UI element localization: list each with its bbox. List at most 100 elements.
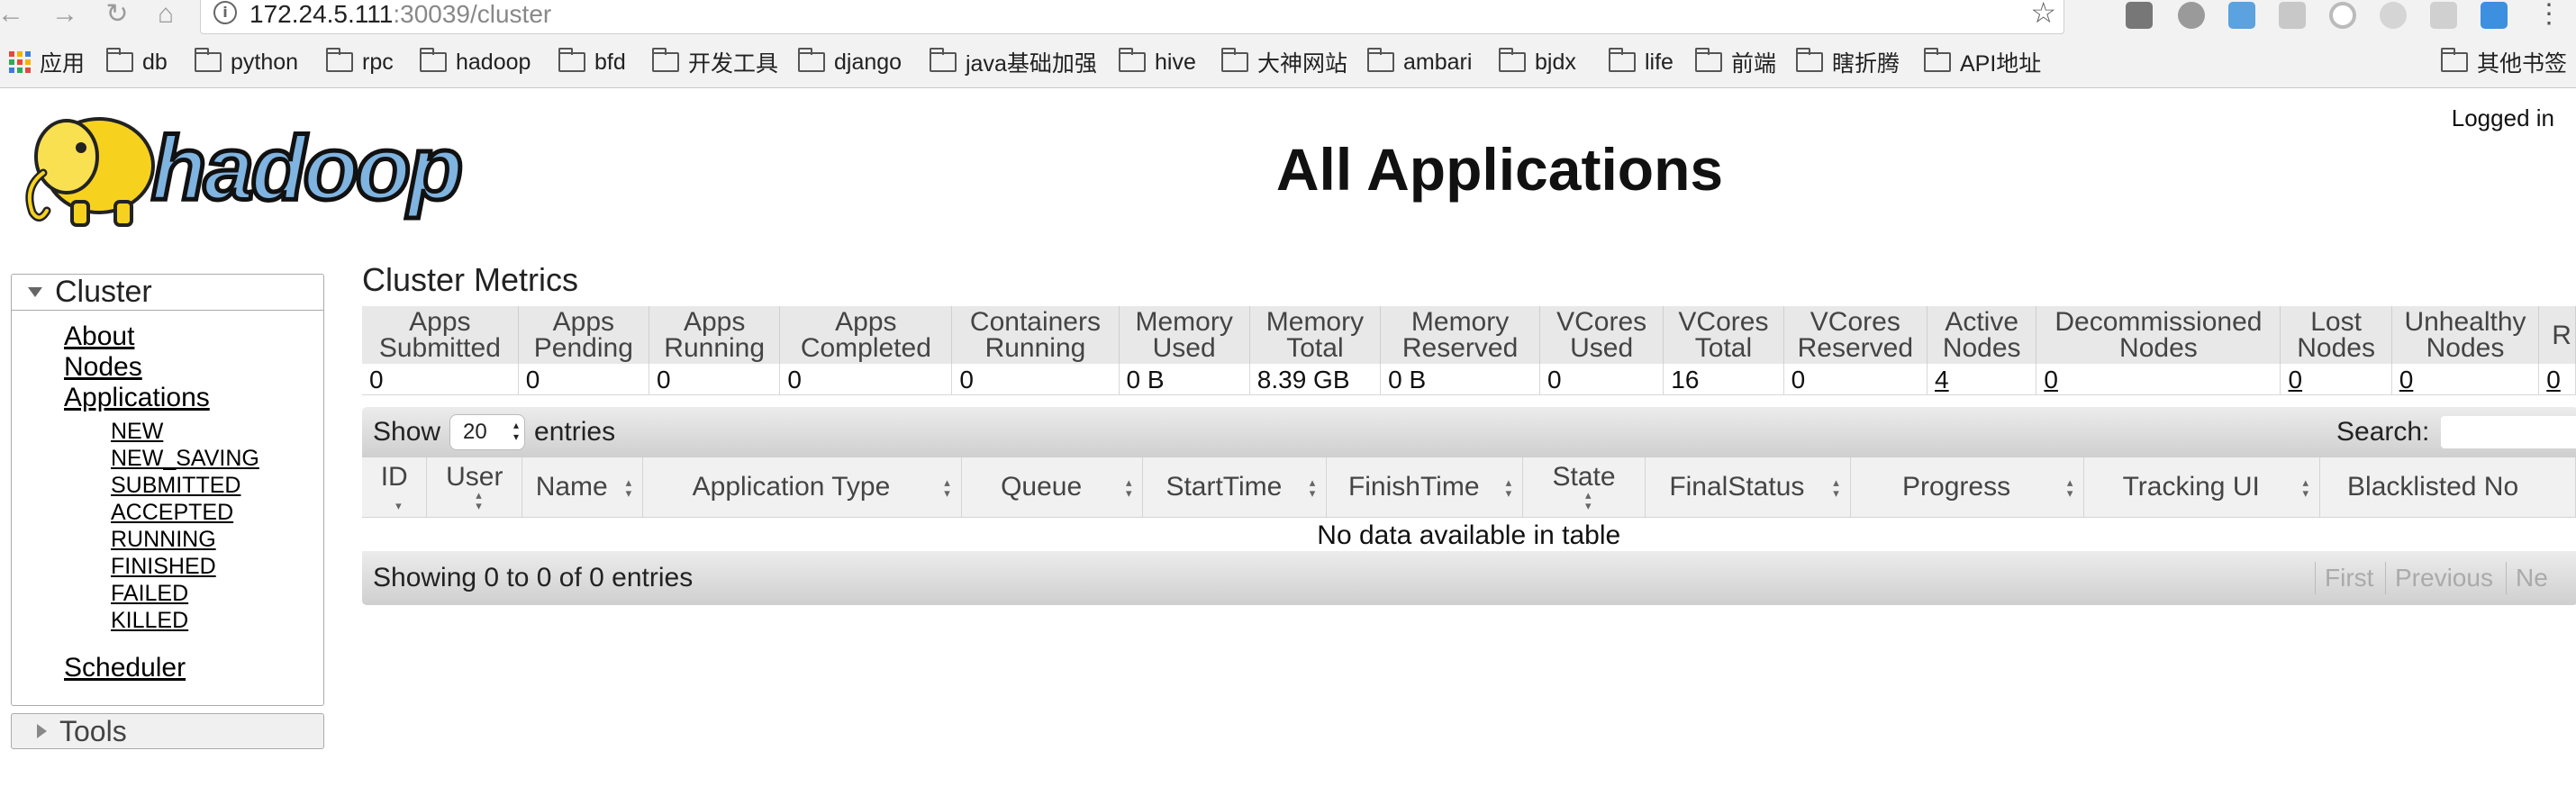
browser-toolbar: ← → ↻ ⌂ i 172.24.5.111:30039/cluster ☆ ⋮ [0,0,2576,36]
metric-header: Memory Total [1249,306,1382,364]
folder-icon [1924,48,1951,72]
table-length-bar: Show 20 entries Search: [362,407,2576,457]
column-header-blacklisted-nodes[interactable]: Blacklisted No [2319,457,2576,518]
address-url[interactable]: 172.24.5.111:30039/cluster [249,1,551,28]
bookmark-folder[interactable]: 前端 [1695,47,1776,77]
column-header-user[interactable]: User ▴ ▾ [426,457,523,518]
first-page-button[interactable]: First [2315,562,2382,594]
extension-icon[interactable] [2430,2,2457,29]
bookmark-folder[interactable]: API地址 [1924,47,2041,77]
column-header-id[interactable]: ID ▾ [362,457,428,518]
next-page-button[interactable]: Ne [2506,562,2557,594]
sidebar-link-applications[interactable]: Applications [64,383,210,413]
rebooted-nodes-link[interactable]: 0 [2538,364,2576,395]
cluster-section-toggle[interactable]: Cluster [12,275,323,311]
folder-icon [652,48,679,72]
folder-icon [1796,48,1823,72]
apps-grid-icon [9,51,31,73]
folder-icon [2441,48,2468,72]
bookmark-folder[interactable]: hadoop [420,47,531,77]
bookmarks-bar: 应用 db python rpc hadoop bfd 开发工具 django … [0,36,2576,88]
bookmark-star-icon[interactable]: ☆ [2030,0,2056,28]
column-header-application-type[interactable]: Application Type ▴ ▾ [642,457,962,518]
extension-icon[interactable] [2279,2,2306,29]
page-size-select[interactable]: 20 [449,414,526,450]
bookmark-folder[interactable]: 开发工具 [652,47,778,77]
bookmark-folder[interactable]: ambari [1367,47,1472,77]
other-bookmarks[interactable]: 其他书签 [2441,47,2567,77]
sort-icon: ▴ ▾ [1125,475,1132,500]
bookmark-folder[interactable]: django [798,47,902,77]
metric-header: Memory Reserved [1380,306,1541,364]
metric-header: Memory Used [1119,306,1250,364]
bookmark-apps[interactable]: 应用 [9,47,85,77]
metric-header: Containers Running [951,306,1120,364]
menu-icon[interactable]: ⋮ [2531,0,2567,29]
sidebar-link-failed[interactable]: FAILED [111,581,188,606]
address-bar[interactable]: i 172.24.5.111:30039/cluster ☆ [200,0,2064,34]
bookmark-folder[interactable]: 瞎折腾 [1796,47,1900,77]
sidebar-link-finished[interactable]: FINISHED [111,554,216,579]
column-header-name[interactable]: Name ▴ ▾ [522,457,644,518]
forward-icon[interactable]: → [47,0,83,29]
extension-icon[interactable] [2178,2,2205,29]
tools-section-toggle[interactable]: Tools [11,713,324,749]
unhealthy-nodes-link[interactable]: 0 [2391,364,2540,395]
search-input[interactable] [2441,416,2576,448]
extension-icon[interactable] [2126,2,2153,29]
home-icon[interactable]: ⌂ [148,0,184,29]
sidebar-link-new[interactable]: NEW [111,419,163,444]
sort-desc-icon: ▾ [395,498,402,512]
column-header-queue[interactable]: Queue ▴ ▾ [961,457,1144,518]
metric-header: VCores Total [1663,306,1784,364]
sidebar-link-about[interactable]: About [64,321,134,352]
sidebar-link-submitted[interactable]: SUBMITTED [111,473,240,498]
table-header-row: ID ▾ User ▴ ▾ Name ▴ ▾ Application Type ▴ ▾ … [362,457,2576,518]
bookmark-folder[interactable]: java基础加强 [930,47,1097,77]
cluster-metrics-title: Cluster Metrics [362,261,579,298]
bookmark-folder[interactable]: 大神网站 [1221,47,1347,77]
extension-icon[interactable] [2481,2,2508,29]
bookmark-folder[interactable]: hive [1119,47,1196,77]
bookmark-folder[interactable]: python [195,47,298,77]
lost-nodes-link[interactable]: 0 [2280,364,2392,395]
column-header-tracking-ui[interactable]: Tracking UI ▴ ▾ [2083,457,2321,518]
decommissioned-nodes-link[interactable]: 0 [2036,364,2281,395]
table-info: Showing 0 to 0 of 0 entries [373,563,694,592]
sidebar-link-scheduler[interactable]: Scheduler [64,653,186,683]
metric-value: 0 B [1119,364,1250,395]
metric-value: 0 [362,364,519,395]
sidebar-link-accepted[interactable]: ACCEPTED [111,500,233,525]
column-header-state[interactable]: State ▴ ▾ [1522,457,1646,518]
reload-icon[interactable]: ↻ [99,0,135,29]
applications-table: ID ▾ User ▴ ▾ Name ▴ ▾ Application Type ▴ ▾ … [362,457,2576,556]
column-header-progress[interactable]: Progress ▴ ▾ [1850,457,2085,518]
translate-icon[interactable] [2228,2,2255,29]
bookmark-folder[interactable]: bjdx [1499,47,1576,77]
sidebar-link-killed[interactable]: KILLED [111,608,188,633]
hadoop-logo[interactable]: hadoop [16,101,557,236]
sidebar-link-running[interactable]: RUNNING [111,527,216,552]
column-header-finishtime[interactable]: FinishTime ▴ ▾ [1326,457,1524,518]
bookmark-folder[interactable]: rpc [326,47,394,77]
bookmark-folder[interactable]: db [106,47,168,77]
bookmark-folder[interactable]: life [1609,47,1673,77]
sidebar-link-nodes[interactable]: Nodes [64,352,142,383]
extension-icon[interactable] [2380,2,2407,29]
back-icon[interactable]: ← [0,0,29,29]
metric-header: Decommissioned Nodes [2036,306,2281,364]
column-header-starttime[interactable]: StartTime ▴ ▾ [1142,457,1328,518]
metrics-value-row: 0 0 0 0 0 0 B 8.39 GB 0 B 0 16 0 4 0 0 0… [362,364,2576,395]
metric-value: 0 [951,364,1120,395]
metric-header: R [2538,306,2576,364]
site-info-icon[interactable]: i [213,1,237,24]
active-nodes-link[interactable]: 4 [1927,364,2037,395]
sidebar-link-new-saving[interactable]: NEW_SAVING [111,446,259,471]
bookmark-folder[interactable]: bfd [558,47,626,77]
metric-value: 0 [518,364,650,395]
previous-page-button[interactable]: Previous [2385,562,2502,594]
sidebar-cluster-panel: Cluster About Nodes Applications NEW NEW… [11,274,324,706]
folder-icon [326,48,353,72]
extension-icon[interactable] [2329,2,2356,29]
column-header-finalstatus[interactable]: FinalStatus ▴ ▾ [1645,457,1851,518]
